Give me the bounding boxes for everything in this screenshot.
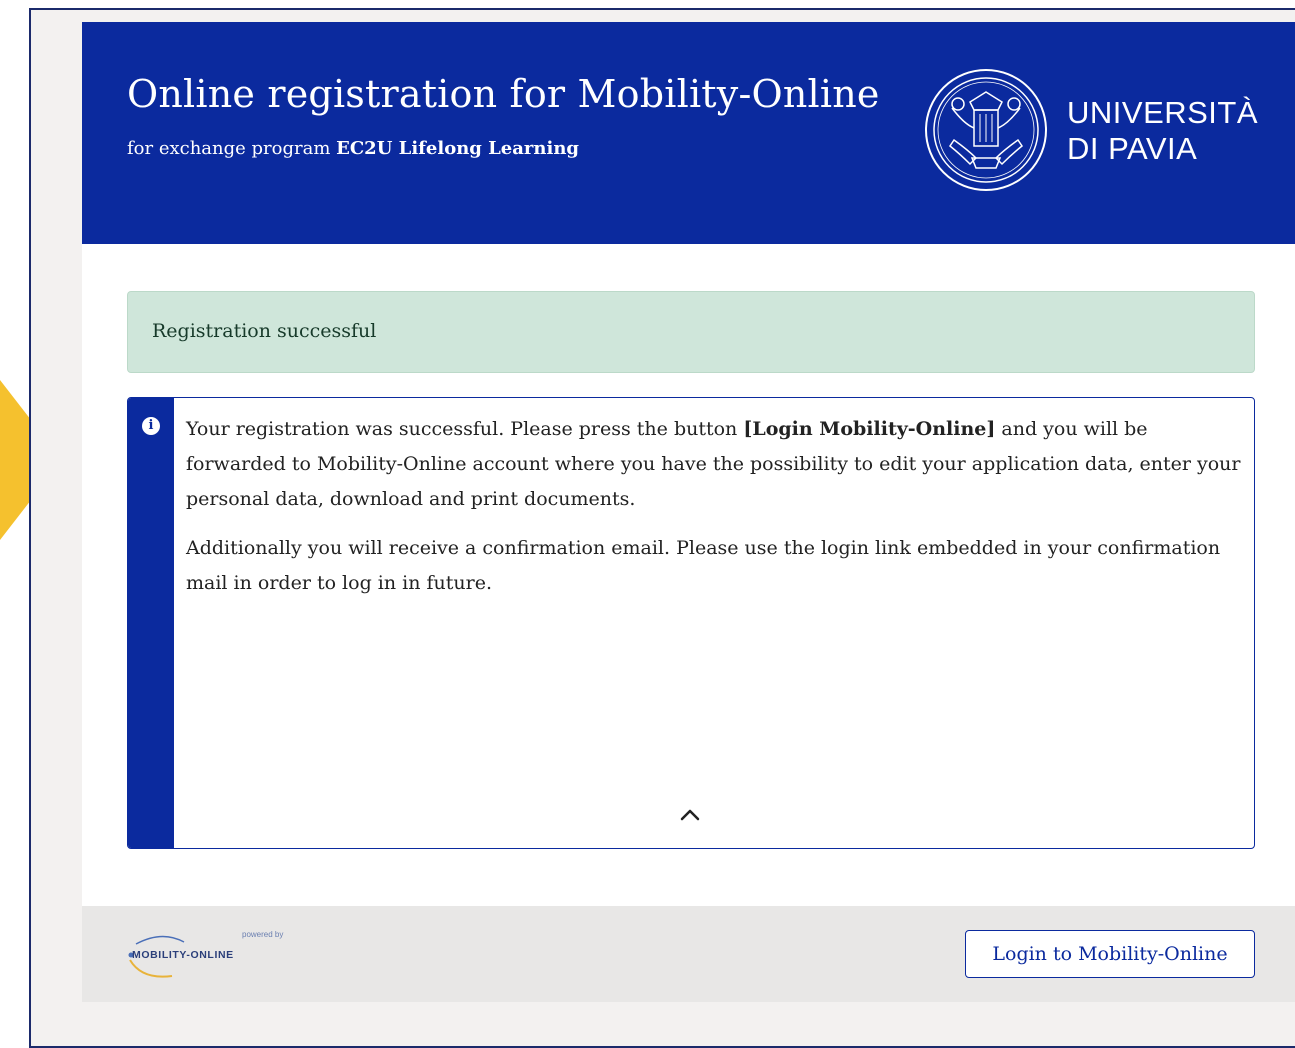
- info-panel: i Your registration was successful. Plea…: [127, 397, 1255, 849]
- chevron-up-icon: [680, 809, 700, 821]
- info-icon: i: [142, 417, 160, 435]
- info-stripe: i: [128, 398, 174, 848]
- page-footer: powered by MOBILITY-ONLINE Login to Mobi…: [82, 906, 1295, 1002]
- login-mobility-online-button[interactable]: Login to Mobility-Online: [965, 930, 1255, 978]
- success-alert: Registration successful: [127, 291, 1255, 373]
- powered-by-label: powered by: [242, 930, 283, 939]
- university-name-line1: UNIVERSITÀ: [1067, 95, 1259, 130]
- info-paragraph-2: Additionally you will receive a confirma…: [186, 537, 1221, 594]
- mobility-online-logo: powered by MOBILITY-ONLINE: [128, 930, 283, 978]
- program-subtitle: for exchange program EC2U Lifelong Learn…: [127, 138, 579, 159]
- program-name: EC2U Lifelong Learning: [336, 138, 579, 159]
- button-reference: [Login Mobility-Online]: [743, 418, 996, 440]
- mobility-online-logo-text: MOBILITY-ONLINE: [132, 949, 234, 961]
- university-seal-icon: [925, 69, 1047, 191]
- registration-card: Online registration for Mobility-Online …: [82, 22, 1295, 1002]
- success-message: Registration successful: [152, 320, 377, 342]
- info-text-part: Your registration was successful. Please…: [186, 418, 744, 440]
- university-name-line2: DI PAVIA: [1067, 131, 1198, 166]
- info-text: Your registration was successful. Please…: [186, 412, 1246, 615]
- university-name: UNIVERSITÀ DI PAVIA: [1067, 95, 1258, 167]
- page-title: Online registration for Mobility-Online: [127, 72, 880, 116]
- page-header: Online registration for Mobility-Online …: [82, 22, 1295, 244]
- collapse-button[interactable]: [676, 803, 704, 827]
- info-paragraph-1: Your registration was successful. Please…: [186, 412, 1246, 517]
- program-prefix: for exchange program: [127, 138, 337, 159]
